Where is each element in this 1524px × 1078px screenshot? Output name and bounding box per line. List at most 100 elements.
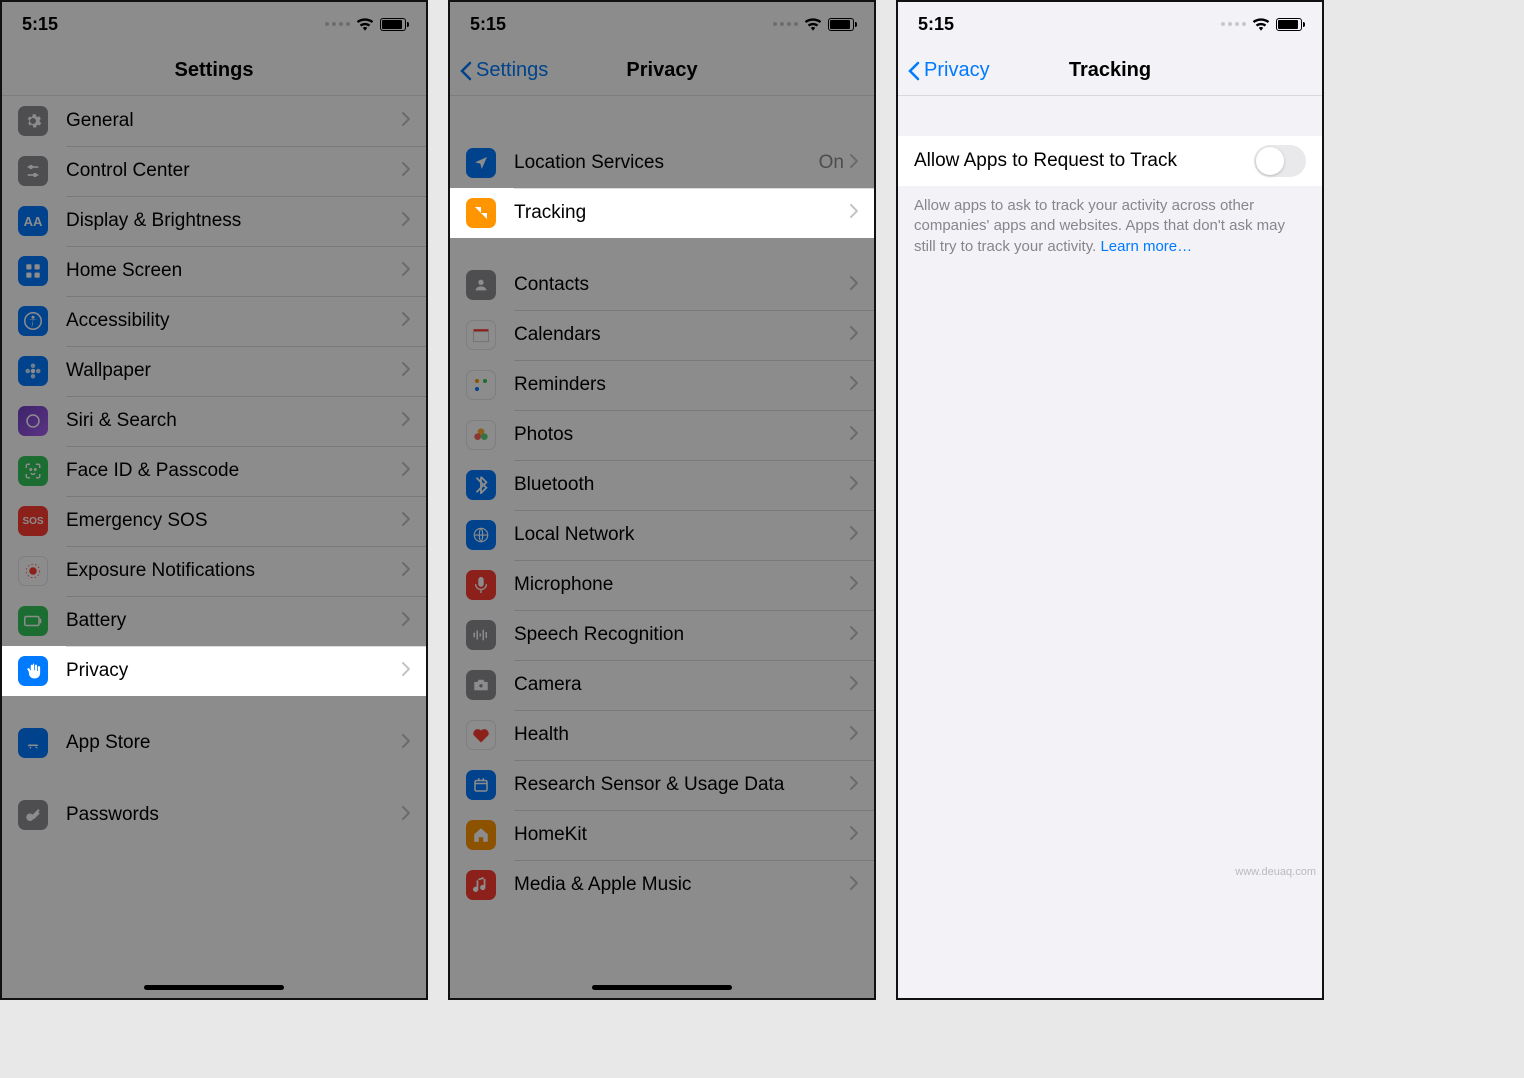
cell-label: Face ID & Passcode	[66, 460, 402, 482]
phone-settings: 5:15 Settings General Control Center AA	[0, 0, 428, 1000]
bluetooth-icon	[466, 470, 496, 500]
footer-text: Allow apps to ask to track your activity…	[898, 186, 1322, 267]
cell-calendars[interactable]: Calendars	[450, 310, 874, 360]
cell-label: Reminders	[514, 374, 850, 396]
cell-label: Exposure Notifications	[66, 560, 402, 582]
battery-icon	[828, 18, 854, 31]
chevron-right-icon	[402, 410, 410, 432]
network-icon	[466, 520, 496, 550]
nav-bar: Settings Privacy	[450, 46, 874, 96]
cell-microphone[interactable]: Microphone	[450, 560, 874, 610]
chevron-right-icon	[402, 510, 410, 532]
cell-general[interactable]: General	[2, 96, 426, 146]
wifi-icon	[804, 17, 822, 31]
cell-label: Privacy	[66, 660, 402, 682]
appstore-icon	[18, 728, 48, 758]
cell-label: Battery	[66, 610, 402, 632]
cell-tracking[interactable]: Tracking	[450, 188, 874, 238]
back-label: Settings	[476, 59, 548, 82]
phone-privacy: 5:15 Settings Privacy Location Services …	[448, 0, 876, 1000]
status-bar: 5:15	[898, 2, 1322, 46]
cell-speech[interactable]: Speech Recognition	[450, 610, 874, 660]
chevron-right-icon	[850, 424, 858, 446]
cell-sos[interactable]: SOS Emergency SOS	[2, 496, 426, 546]
learn-more-link[interactable]: Learn more…	[1100, 238, 1192, 255]
wifi-icon	[356, 17, 374, 31]
mic-icon	[466, 570, 496, 600]
hand-icon	[18, 656, 48, 686]
status-time: 5:15	[22, 14, 58, 35]
cell-wallpaper[interactable]: Wallpaper	[2, 346, 426, 396]
chevron-right-icon	[850, 274, 858, 296]
cell-research[interactable]: Research Sensor & Usage Data	[450, 760, 874, 810]
chevron-right-icon	[850, 724, 858, 746]
grid-icon	[18, 256, 48, 286]
chevron-right-icon	[850, 202, 858, 224]
cell-photos[interactable]: Photos	[450, 410, 874, 460]
settings-list[interactable]: General Control Center AA Display & Brig…	[2, 96, 426, 998]
music-icon	[466, 870, 496, 900]
cell-location[interactable]: Location Services On	[450, 138, 874, 188]
battery-cell-icon	[18, 606, 48, 636]
homekit-icon	[466, 820, 496, 850]
chevron-right-icon	[850, 574, 858, 596]
cell-label: Siri & Search	[66, 410, 402, 432]
chevron-right-icon	[850, 374, 858, 396]
allow-tracking-toggle[interactable]	[1254, 145, 1306, 177]
cell-display[interactable]: AA Display & Brightness	[2, 196, 426, 246]
cell-contacts[interactable]: Contacts	[450, 260, 874, 310]
home-indicator[interactable]	[592, 985, 732, 990]
cell-siri[interactable]: Siri & Search	[2, 396, 426, 446]
home-indicator[interactable]	[144, 985, 284, 990]
chevron-right-icon	[850, 824, 858, 846]
nav-title: Tracking	[1069, 59, 1151, 82]
back-button[interactable]: Settings	[460, 46, 548, 95]
cell-local-network[interactable]: Local Network	[450, 510, 874, 560]
chevron-right-icon	[850, 624, 858, 646]
cell-label: App Store	[66, 732, 402, 754]
chevron-right-icon	[402, 804, 410, 826]
key-icon	[18, 800, 48, 830]
cell-label: Passwords	[66, 804, 402, 826]
chevron-right-icon	[402, 610, 410, 632]
chevron-right-icon	[850, 874, 858, 896]
group: Location Services On Tracking	[450, 138, 874, 238]
privacy-list[interactable]: Location Services On Tracking Contacts C…	[450, 96, 874, 998]
cell-privacy[interactable]: Privacy	[2, 646, 426, 696]
photos-icon	[466, 420, 496, 450]
cell-battery[interactable]: Battery	[2, 596, 426, 646]
cell-homekit[interactable]: HomeKit	[450, 810, 874, 860]
cell-control-center[interactable]: Control Center	[2, 146, 426, 196]
chevron-right-icon	[402, 260, 410, 282]
cell-app-store[interactable]: App Store	[2, 718, 426, 768]
chevron-right-icon	[402, 460, 410, 482]
cell-camera[interactable]: Camera	[450, 660, 874, 710]
phone-tracking: 5:15 Privacy Tracking Allow Apps to Requ…	[896, 0, 1324, 1000]
cell-health[interactable]: Health	[450, 710, 874, 760]
cell-passwords[interactable]: Passwords	[2, 790, 426, 840]
wifi-icon	[1252, 17, 1270, 31]
status-time: 5:15	[470, 14, 506, 35]
cell-detail: On	[819, 152, 844, 174]
chevron-right-icon	[402, 110, 410, 132]
signal-dots-icon	[773, 22, 798, 26]
battery-icon	[380, 18, 406, 31]
back-button[interactable]: Privacy	[908, 46, 990, 95]
chevron-right-icon	[402, 360, 410, 382]
cell-bluetooth[interactable]: Bluetooth	[450, 460, 874, 510]
cell-exposure[interactable]: Exposure Notifications	[2, 546, 426, 596]
chevron-right-icon	[850, 152, 858, 174]
chevron-right-icon	[402, 160, 410, 182]
nav-bar: Privacy Tracking	[898, 46, 1322, 96]
research-icon	[466, 770, 496, 800]
cell-label: Camera	[514, 674, 850, 696]
cell-reminders[interactable]: Reminders	[450, 360, 874, 410]
cell-media[interactable]: Media & Apple Music	[450, 860, 874, 910]
cell-faceid[interactable]: Face ID & Passcode	[2, 446, 426, 496]
cell-home-screen[interactable]: Home Screen	[2, 246, 426, 296]
exposure-icon	[18, 556, 48, 586]
chevron-left-icon	[460, 61, 472, 81]
faceid-icon	[18, 456, 48, 486]
cell-label: Research Sensor & Usage Data	[514, 774, 850, 796]
cell-accessibility[interactable]: Accessibility	[2, 296, 426, 346]
